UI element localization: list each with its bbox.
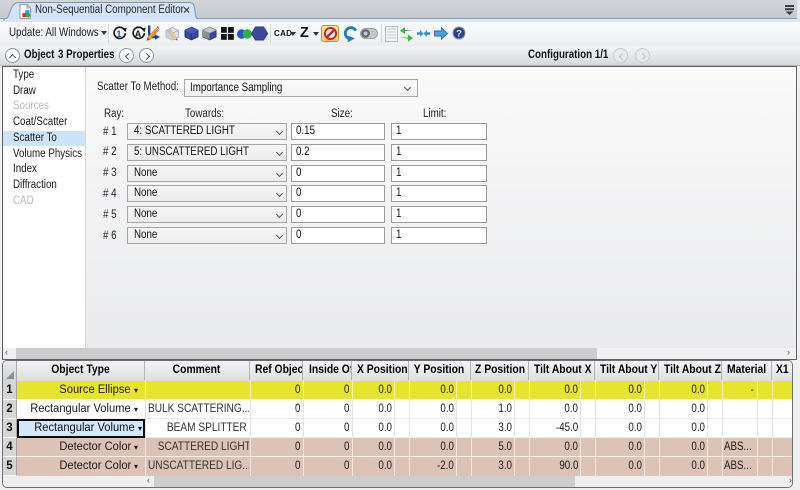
svg-text:A: A <box>135 29 142 39</box>
svg-text:1: 1 <box>116 29 121 39</box>
svg-text:?: ? <box>456 29 462 40</box>
